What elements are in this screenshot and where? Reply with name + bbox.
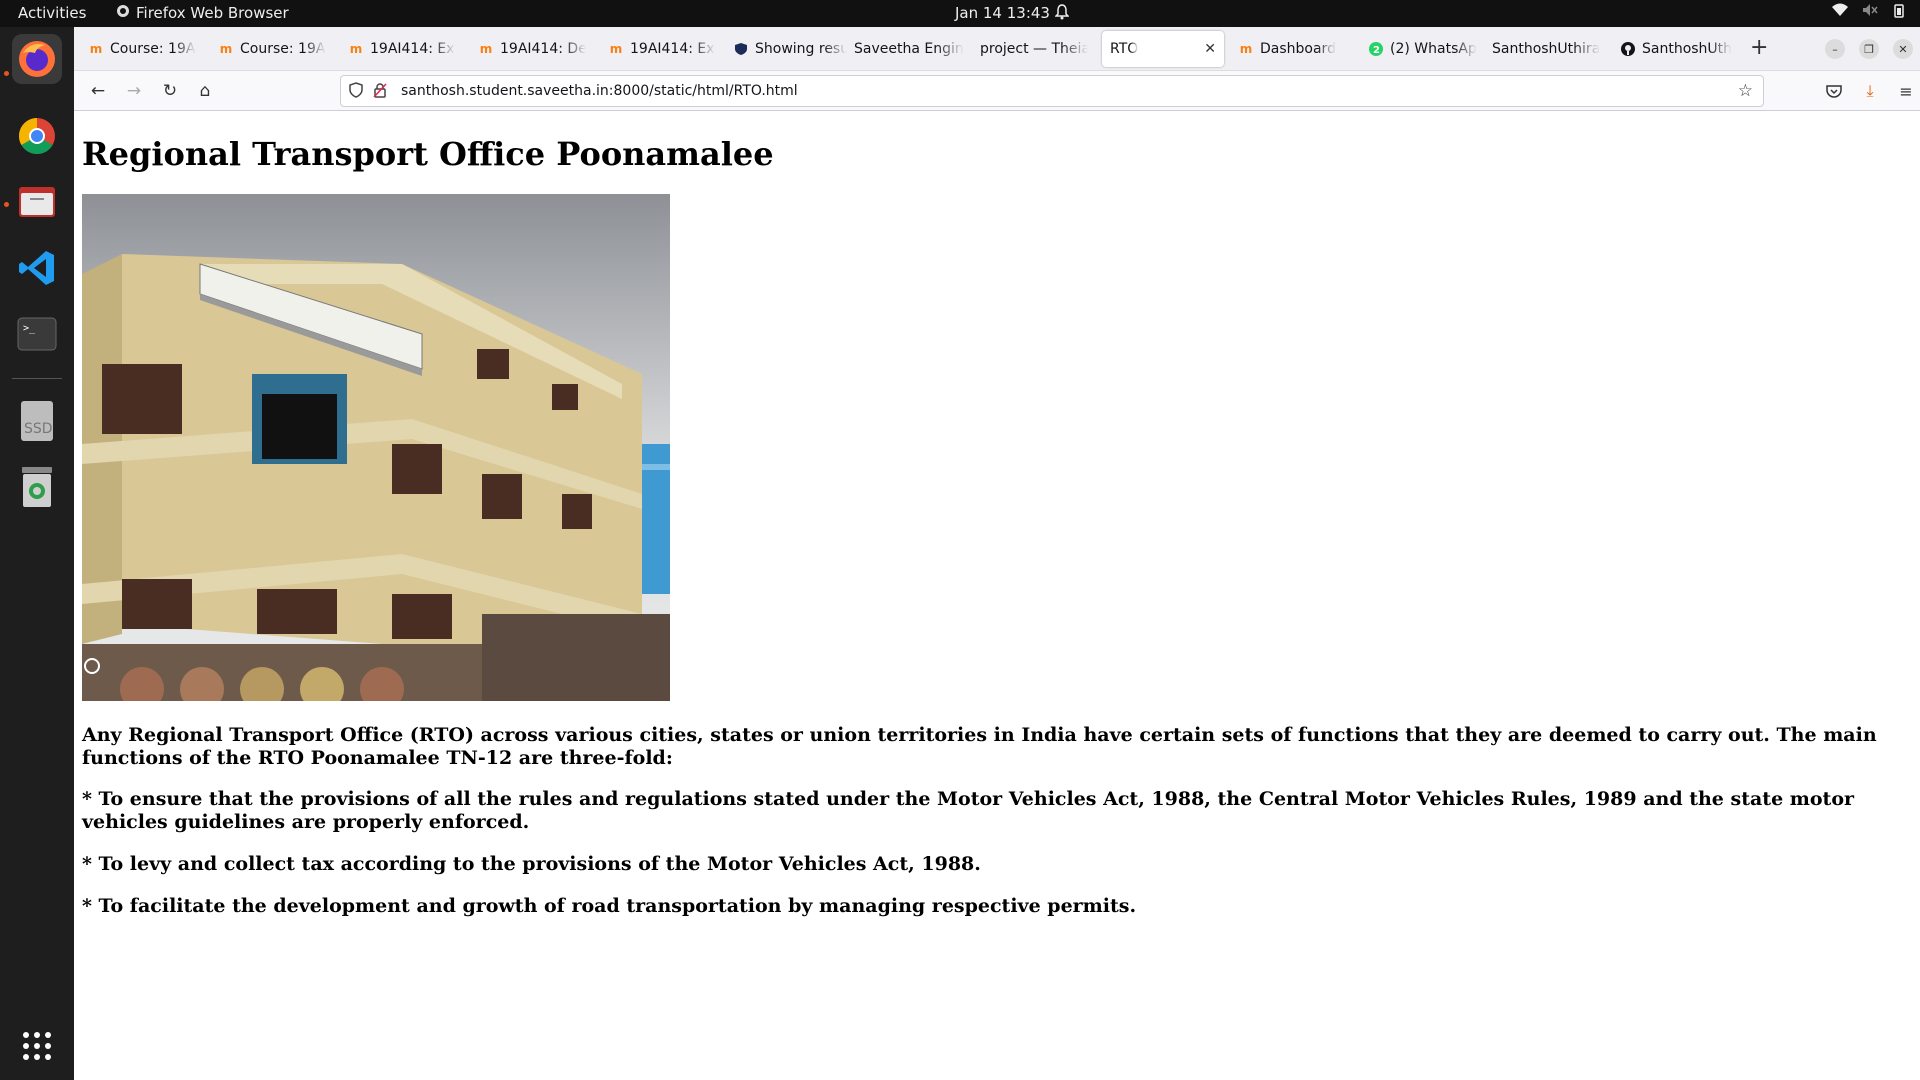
moodle-icon: m (479, 42, 493, 56)
tab-label: SanthoshUth (1642, 41, 1732, 57)
tab-santhosh-uthira[interactable]: SanthoshUthira (1484, 31, 1614, 67)
tab-label: Dashboard (1260, 41, 1336, 57)
terminal-icon[interactable]: >_ (12, 309, 62, 359)
dock-separator (12, 378, 62, 379)
function-item: * To ensure that the provisions of all t… (82, 788, 1855, 833)
bookmark-star-icon[interactable]: ☆ (1738, 81, 1753, 101)
home-icon[interactable]: ⌂ (193, 79, 217, 103)
pocket-icon[interactable] (1822, 79, 1846, 103)
volume-muted-icon (1862, 3, 1878, 23)
running-indicator (4, 202, 9, 207)
firefox-small-icon (116, 4, 130, 22)
tab-dashboard[interactable]: m Dashboard (1230, 31, 1360, 67)
tab-github[interactable]: SanthoshUth (1612, 31, 1740, 67)
tab-label: Saveetha Engin (854, 41, 964, 57)
tab-strip: m Course: 19AI m Course: 19AI m 19AI414:… (74, 27, 1920, 71)
tab-19ai414-des[interactable]: m 19AI414: Des (470, 31, 594, 67)
moodle-icon: m (609, 42, 623, 56)
tracking-shield-icon[interactable] (349, 82, 363, 102)
shield-crest-icon (733, 41, 749, 57)
tab-whatsapp[interactable]: 2 (2) WhatsAp (1360, 31, 1490, 67)
tab-label: SanthoshUthira (1492, 41, 1601, 57)
power-icon (1892, 3, 1906, 23)
tab-label: Showing resu (755, 41, 847, 57)
new-tab-icon[interactable]: + (1750, 35, 1768, 60)
system-tray[interactable] (1832, 3, 1906, 23)
svg-text:2: 2 (1373, 45, 1380, 56)
url-text: santhosh.student.saveetha.in:8000/static… (401, 83, 798, 99)
forward-icon[interactable]: → (122, 79, 146, 103)
navigation-toolbar: ← → ↻ ⌂ santhosh.student.saveetha.in:800… (74, 71, 1920, 111)
notification-bell-icon[interactable] (1054, 4, 1070, 24)
ssd-drive-icon[interactable]: SSD (12, 396, 62, 446)
vscode-icon[interactable] (12, 243, 62, 293)
close-tab-icon[interactable]: ✕ (1204, 41, 1216, 57)
app-name: Firefox Web Browser (136, 4, 289, 22)
tab-19ai414-ex-1[interactable]: m 19AI414: Ex (340, 31, 464, 67)
dock: >_ SSD (0, 27, 74, 1080)
running-indicator (4, 71, 9, 76)
page-content: Regional Transport Office Poonamalee Any… (74, 112, 1920, 1080)
moodle-icon: m (349, 42, 363, 56)
tab-label: 19AI414: Des (500, 41, 586, 57)
system-top-bar: Activities Firefox Web Browser Jan 14 13… (0, 0, 1920, 27)
back-icon[interactable]: ← (86, 79, 110, 103)
menu-hamburger-icon[interactable]: ≡ (1894, 79, 1918, 103)
function-item: * To levy and collect tax according to t… (82, 853, 981, 875)
chrome-icon[interactable] (12, 111, 62, 161)
clock[interactable]: Jan 14 13:43 (955, 4, 1050, 22)
rto-building-photo (82, 194, 670, 701)
tab-label: 19AI414: Ex (370, 41, 455, 57)
trash-icon[interactable] (12, 462, 62, 512)
tab-label: project — Theia (980, 41, 1088, 57)
moodle-icon: m (219, 42, 233, 56)
svg-text:SSD: SSD (24, 421, 53, 437)
tab-label: RTO (1110, 41, 1139, 57)
show-apps-icon[interactable] (12, 1021, 62, 1071)
tab-course-1[interactable]: m Course: 19AI (80, 31, 204, 67)
tab-19ai414-ex-2[interactable]: m 19AI414: Ex (600, 31, 724, 67)
tab-label: Course: 19AI (110, 41, 196, 57)
moodle-icon: m (1239, 42, 1253, 56)
page-heading: Regional Transport Office Poonamalee (82, 135, 774, 173)
activities-button[interactable]: Activities (18, 4, 86, 22)
insecure-lock-icon[interactable] (373, 82, 387, 102)
tab-rto[interactable]: RTO ✕ (1102, 31, 1224, 67)
browser-window: m Course: 19AI m Course: 19AI m 19AI414:… (74, 27, 1920, 1080)
downloads-icon[interactable]: ⤓ (1858, 79, 1882, 103)
tab-course-2[interactable]: m Course: 19AI (210, 31, 334, 67)
firefox-icon[interactable] (12, 34, 62, 84)
tab-project-theia[interactable]: project — Theia (972, 31, 1096, 67)
tab-label: 19AI414: Ex (630, 41, 715, 57)
wifi-icon (1832, 3, 1848, 23)
app-menu[interactable]: Firefox Web Browser (116, 4, 289, 22)
reload-icon[interactable]: ↻ (158, 79, 182, 103)
tab-label: (2) WhatsAp (1390, 41, 1477, 57)
function-item: * To facilitate the development and grow… (82, 895, 1137, 917)
tab-saveetha-engineering[interactable]: Saveetha Engin (846, 31, 972, 67)
whatsapp-badge-icon: 2 (1368, 41, 1384, 57)
intro-paragraph: Any Regional Transport Office (RTO) acro… (82, 724, 1877, 769)
tab-label: Course: 19AI (240, 41, 326, 57)
window-close-icon[interactable]: ✕ (1893, 39, 1913, 59)
restore-icon[interactable]: ❐ (1859, 39, 1879, 59)
svg-text:>_: >_ (23, 323, 36, 334)
files-icon[interactable] (12, 177, 62, 227)
url-bar[interactable]: santhosh.student.saveetha.in:8000/static… (340, 75, 1764, 107)
tab-showing-results[interactable]: Showing resu (725, 31, 855, 67)
github-icon (1620, 41, 1636, 57)
moodle-icon: m (89, 42, 103, 56)
minimize-icon[interactable]: – (1825, 39, 1845, 59)
